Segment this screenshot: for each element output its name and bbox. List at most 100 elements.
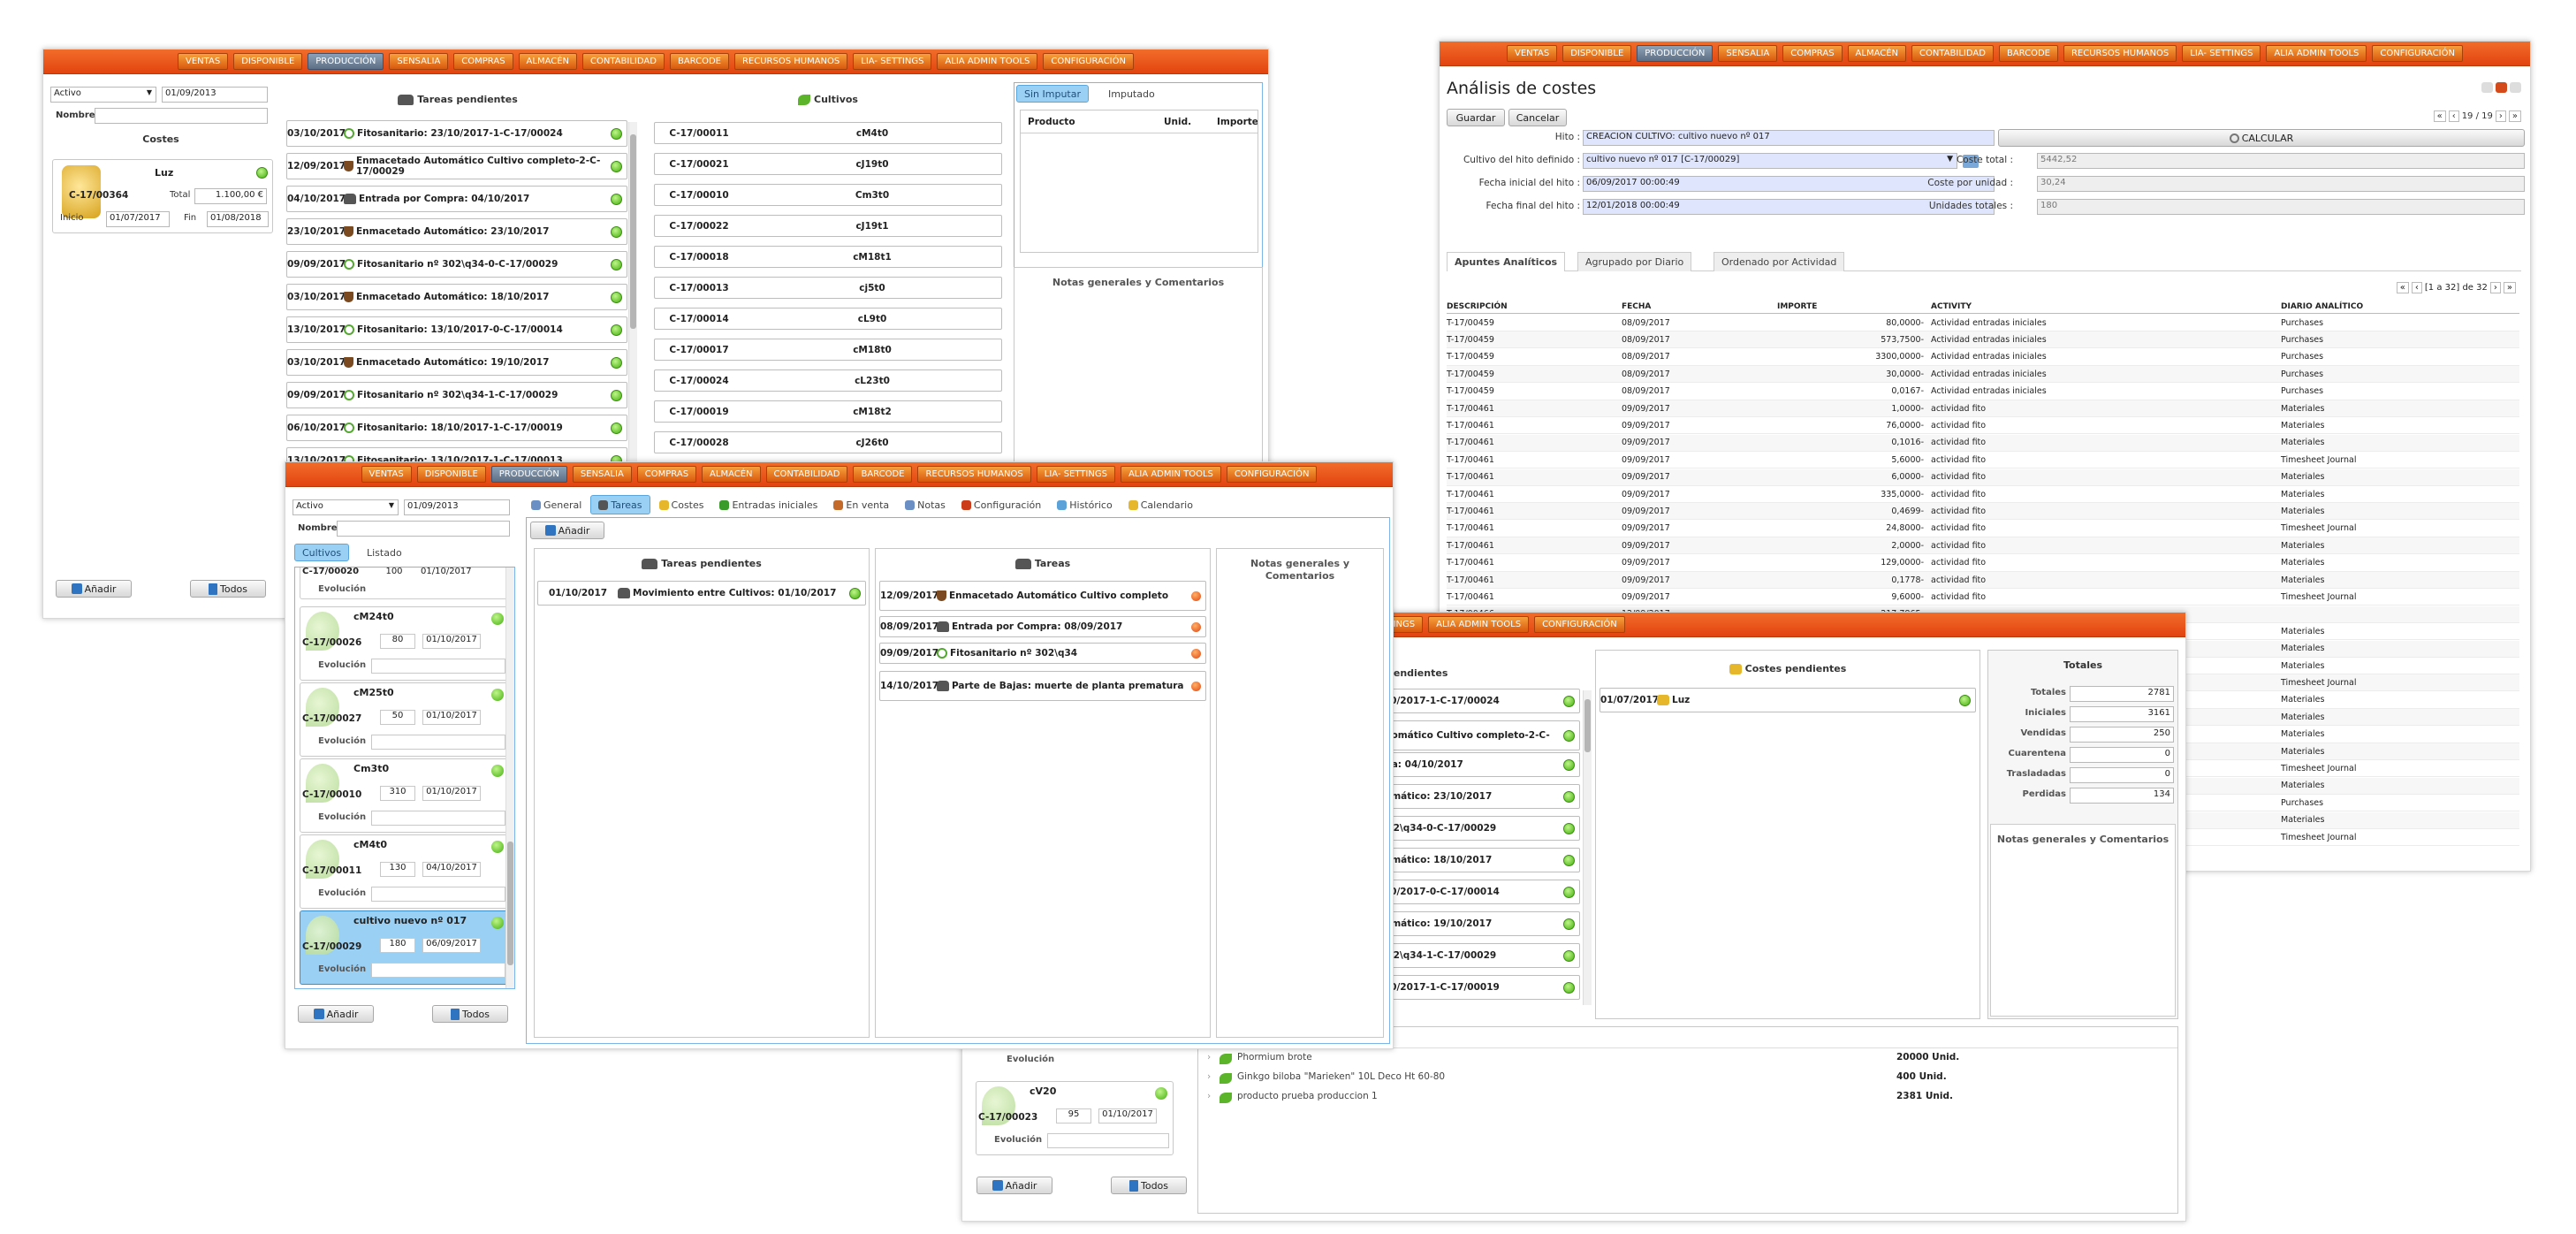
tab-calendario[interactable]: Calendario xyxy=(1121,495,1200,514)
add-button[interactable]: Añadir xyxy=(298,1005,374,1023)
cultivo-row[interactable]: C-17/00018 cM18t1 xyxy=(654,246,1002,268)
cultivo-row[interactable]: C-17/00011 cM4t0 xyxy=(654,122,1002,144)
task-row[interactable]: /10/2017-1-C-17/00024 xyxy=(1378,689,1580,713)
cultivo-card[interactable]: cM4t0 C-17/00011 130 04/10/2017 Evolución xyxy=(300,834,510,909)
cultivo-qty[interactable]: 130 xyxy=(380,862,415,877)
nav-sensalia[interactable]: SENSALIA xyxy=(572,466,632,483)
cultivo-date[interactable]: 01/10/2017 xyxy=(1098,1108,1157,1124)
task-row[interactable]: 12/09/2017 Enmacetado Automático Cultivo … xyxy=(879,581,1206,611)
nav-lia-settings[interactable]: LIA- SETTINGS xyxy=(853,53,932,70)
nav-lia-settings[interactable]: LIA- SETTINGS xyxy=(2182,45,2261,62)
nav-disponible[interactable]: DISPONIBLE xyxy=(416,466,486,483)
expand-icon[interactable]: › xyxy=(1207,1091,1211,1101)
task-row[interactable]: 06/10/2017 Fitosanitario: 18/10/2017-1-C-… xyxy=(286,415,627,441)
task-row[interactable]: /10/2017-1-C-17/00019 xyxy=(1378,975,1580,1000)
col-header[interactable]: DESCRIPCIÓN xyxy=(1447,302,1508,311)
hito-field[interactable]: CREACION CULTIVO: cultivo nuevo nº 017 xyxy=(1583,130,1995,146)
nav-ventas[interactable]: VENTAS xyxy=(1507,45,1558,62)
nav-contabilidad[interactable]: CONTABILIDAD xyxy=(765,466,848,483)
nav-barcode[interactable]: BARCODE xyxy=(669,53,729,70)
last-record-icon[interactable]: » xyxy=(2508,110,2521,122)
nav-configuraci-n[interactable]: CONFIGURACIÓN xyxy=(1226,466,1318,483)
nav-recursos-humanos[interactable]: RECURSOS HUMANOS xyxy=(917,466,1031,483)
prev-page-icon[interactable]: ‹ xyxy=(2411,282,2422,293)
nav-barcode[interactable]: BARCODE xyxy=(853,466,913,483)
table-row[interactable]: T-17/00461 09/09/2017 -24,8000 actividad fi… xyxy=(1447,521,2519,537)
tab-entradas-iniciales[interactable]: Entradas iniciales xyxy=(712,495,824,514)
name-filter[interactable] xyxy=(95,108,268,124)
euro-icon[interactable] xyxy=(1191,648,1201,659)
pending-task-row[interactable]: 01/10/2017 Movimiento entre Cultivos: 01… xyxy=(537,581,866,606)
date-filter[interactable]: 01/09/2013 xyxy=(404,499,510,515)
tab-actividad[interactable]: Ordenado por Actividad xyxy=(1714,252,1845,271)
task-row[interactable]: 09/09/2017 Fitosanitario nº 302\q34 xyxy=(879,643,1206,664)
nav-configuraci-n[interactable]: CONFIGURACIÓN xyxy=(2372,45,2463,62)
add-button[interactable]: Añadir xyxy=(976,1177,1052,1194)
prev-record-icon[interactable]: ‹ xyxy=(2448,110,2459,122)
todos-button[interactable]: Todos xyxy=(1111,1177,1187,1194)
table-row[interactable]: T-17/00459 08/09/2017 -30,0000 Actividad en… xyxy=(1447,366,2519,384)
nav-recursos-humanos[interactable]: RECURSOS HUMANOS xyxy=(733,53,848,70)
tab-configuraci-n[interactable]: Configuración xyxy=(954,495,1048,514)
task-row[interactable]: 03/10/2017 Enmacetado Automático: 19/10/2… xyxy=(286,349,627,376)
nav-compras[interactable]: COMPRAS xyxy=(636,466,697,483)
cultivo-row[interactable]: C-17/00019 cM18t2 xyxy=(654,400,1002,423)
nav-lia-settings[interactable]: LIA- SETTINGS xyxy=(1036,466,1115,483)
table-pager[interactable]: « ‹ [1 a 32] de 32 › » xyxy=(2396,282,2516,293)
cultivo-card[interactable]: cultivo nuevo nº 017 C-17/00029 180 06/09/2… xyxy=(300,910,510,985)
status-filter[interactable]: Activo ▼ xyxy=(293,499,399,515)
record-pager[interactable]: « ‹ 19 / 19 › » xyxy=(2433,110,2521,122)
save-button[interactable]: Guardar xyxy=(1447,109,1505,126)
cultivo-row[interactable]: C-17/00010 Cm3t0 xyxy=(654,184,1002,206)
cultivo-row[interactable]: C-17/00021 cJ19t0 xyxy=(654,153,1002,175)
table-row[interactable]: T-17/00461 09/09/2017 -9,6000 actividad fit… xyxy=(1447,589,2519,606)
todos-button[interactable]: Todos xyxy=(432,1005,508,1023)
tasks-scrollbar[interactable] xyxy=(628,122,637,511)
task-row[interactable]: 03/10/2017 Fitosanitario: 23/10/2017-1-C-… xyxy=(286,120,627,147)
cultivo-card-cv20[interactable]: cV20 C-17/00023 95 01/10/2017 Evolución xyxy=(976,1081,1174,1155)
add-task-button[interactable]: Añadir xyxy=(530,522,604,539)
table-row[interactable]: T-17/00459 08/09/2017 -0,0167 Actividad ent… xyxy=(1447,384,2519,400)
cultivo-qty[interactable]: 80 xyxy=(380,634,415,649)
table-row[interactable]: T-17/00461 09/09/2017 -0,1778 actividad fit… xyxy=(1447,572,2519,589)
tab-tareas[interactable]: Tareas xyxy=(590,495,650,514)
cultivo-row[interactable]: C-17/00024 cL23t0 xyxy=(654,369,1002,392)
nav-configuraci-n[interactable]: CONFIGURACIÓN xyxy=(1534,616,1625,633)
next-page-icon[interactable]: › xyxy=(2489,282,2501,293)
pending-cost-row[interactable]: 01/07/2017 Luz xyxy=(1600,688,1976,712)
task-row[interactable]: 09/09/2017 Fitosanitario nº 302\q34-1-C-1… xyxy=(286,382,627,408)
col-header[interactable]: FECHA xyxy=(1622,302,1651,311)
cultivo-card[interactable]: cM24t0 C-17/00026 80 01/10/2017 Evolución xyxy=(300,606,510,681)
cultivo-card[interactable]: Cm3t0 C-17/00010 310 01/10/2017 Evolución xyxy=(300,758,510,833)
first-page-icon[interactable]: « xyxy=(2396,282,2409,293)
col-header[interactable]: DIARIO ANALÍTICO xyxy=(2281,302,2363,311)
table-row[interactable]: T-17/00461 09/09/2017 -1,0000 actividad fit… xyxy=(1447,400,2519,417)
tab-general[interactable]: General xyxy=(524,495,589,514)
form-view-icon[interactable] xyxy=(2496,82,2507,93)
task-row[interactable]: 12/09/2017 Enmacetado Automático Cultivo … xyxy=(286,153,627,179)
nav-recursos-humanos[interactable]: RECURSOS HUMANOS xyxy=(2063,45,2177,62)
cost-card[interactable]: Luz C-17/00364 Total 1.100,00 € Inicio 0… xyxy=(52,159,273,233)
nav-ventas[interactable]: VENTAS xyxy=(361,466,412,483)
cultivo-card[interactable]: cM25t0 C-17/00027 50 01/10/2017 Evolución xyxy=(300,682,510,757)
cancel-button[interactable]: Cancelar xyxy=(1508,109,1567,126)
nav-almac-n[interactable]: ALMACÉN xyxy=(1847,45,1907,62)
todos-button[interactable]: Todos xyxy=(190,580,266,598)
date-filter[interactable]: 01/09/2013 xyxy=(162,87,268,103)
last-page-icon[interactable]: » xyxy=(2503,282,2516,293)
task-row[interactable]: tomático: 23/10/2017 xyxy=(1378,784,1580,809)
chevron-down-icon[interactable]: ▼ xyxy=(389,501,394,509)
expand-icon[interactable]: › xyxy=(1207,1071,1211,1082)
nav-sensalia[interactable]: SENSALIA xyxy=(389,53,449,70)
task-row[interactable]: utomático Cultivo completo-2-C- xyxy=(1378,720,1580,750)
chevron-down-icon[interactable]: ▼ xyxy=(147,88,152,96)
cultivo-qty[interactable]: 180 xyxy=(380,938,415,953)
euro-icon[interactable] xyxy=(1191,681,1201,691)
nav-alia-admin-tools[interactable]: ALIA ADMIN TOOLS xyxy=(2266,45,2367,62)
euro-icon[interactable] xyxy=(1191,590,1201,601)
task-row[interactable]: 13/10/2017 Fitosanitario: 13/10/2017-0-C-… xyxy=(286,316,627,343)
table-row[interactable]: T-17/00461 09/09/2017 -129,0000 actividad f… xyxy=(1447,555,2519,572)
tab-diario[interactable]: Agrupado por Diario xyxy=(1577,252,1692,271)
nav-compras[interactable]: COMPRAS xyxy=(1782,45,1843,62)
nav-contabilidad[interactable]: CONTABILIDAD xyxy=(1911,45,1994,62)
